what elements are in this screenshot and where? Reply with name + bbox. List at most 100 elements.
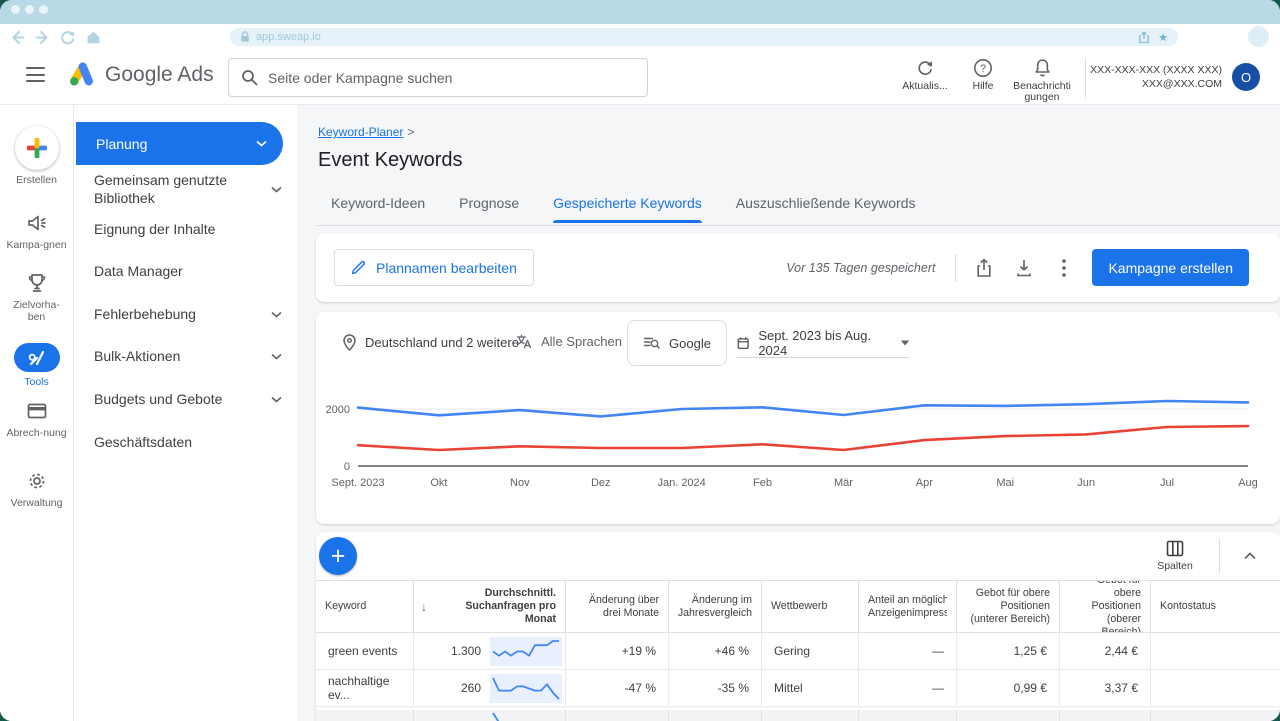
column-header-keyword[interactable]: Keyword xyxy=(316,581,414,632)
svg-text:Jan. 2024: Jan. 2024 xyxy=(657,477,705,489)
change-yoy-cell: +46 % xyxy=(669,633,762,669)
collapse-table-button[interactable] xyxy=(1220,552,1280,560)
svg-text:Mai: Mai xyxy=(996,477,1014,489)
add-keywords-button[interactable]: + xyxy=(319,537,357,575)
menu-hamburger-icon[interactable] xyxy=(26,67,45,82)
edit-plan-name-button[interactable]: Plannamen bearbeiten xyxy=(334,249,534,286)
browser-profile-avatar[interactable] xyxy=(1248,26,1269,47)
column-header-change-3m[interactable]: Änderung über drei Monate xyxy=(566,581,669,632)
refresh-button[interactable]: Aktualis... xyxy=(893,58,957,92)
sparkline-chart xyxy=(490,674,562,703)
main-content: Keyword-Planer > Event Keywords Keyword-I… xyxy=(297,105,1280,721)
home-icon[interactable] xyxy=(84,28,103,47)
share-button[interactable] xyxy=(964,248,1004,288)
nav-item-gemeinsame-bibliothek[interactable]: Gemeinsam genutzte Bibliothek xyxy=(74,167,298,211)
rail-item-verwaltung[interactable]: Verwaltung xyxy=(0,469,73,509)
share-page-icon[interactable] xyxy=(1138,31,1150,44)
column-header-competition[interactable]: Wettbewerb xyxy=(762,581,859,632)
table-header-row: Keyword ↓Durchschnittl. Suchanfragen pro… xyxy=(316,580,1280,633)
sparkline-chart xyxy=(490,712,562,721)
lock-icon xyxy=(240,31,250,43)
tab-bar-divider xyxy=(316,225,1280,226)
keywords-table-card: + Spalten Keyword ↓Durchschnit xyxy=(316,532,1280,721)
google-ads-logo-icon xyxy=(68,62,95,87)
search-icon xyxy=(241,69,258,86)
pencil-icon xyxy=(351,260,366,275)
nav-item-data-manager[interactable]: Data Manager xyxy=(74,254,298,288)
table-toolbar: + Spalten xyxy=(316,532,1280,580)
calendar-icon xyxy=(737,335,749,351)
global-search xyxy=(228,58,648,97)
svg-text:Mär: Mär xyxy=(834,477,853,489)
nav-item-eignung-der-inhalte[interactable]: Eignung der Inhalte xyxy=(74,212,298,246)
column-header-change-yoy[interactable]: Änderung im Jahresvergleich xyxy=(669,581,762,632)
account-status-cell xyxy=(1151,670,1280,706)
column-header-avg-monthly-searches[interactable]: ↓Durchschnittl. Suchanfragen pro Monat xyxy=(414,581,566,632)
column-header-top-bid-high[interactable]: Gebot für obere Positionen (oberer Berei… xyxy=(1060,581,1151,632)
google-ads-logo: Google Ads xyxy=(68,62,214,87)
tab-gespeicherte-keywords[interactable]: Gespeicherte Keywords xyxy=(553,195,702,223)
search-input[interactable] xyxy=(268,70,635,86)
back-icon[interactable] xyxy=(8,28,27,47)
bell-icon xyxy=(1033,58,1052,78)
tab-keyword-ideen[interactable]: Keyword-Ideen xyxy=(331,195,425,223)
reload-icon[interactable] xyxy=(58,28,77,47)
sparkline-chart xyxy=(490,637,562,666)
column-header-account-status[interactable]: Kontostatus xyxy=(1151,581,1280,632)
share-icon xyxy=(975,258,993,278)
bookmark-star-icon[interactable]: ★ xyxy=(1158,31,1168,44)
url-bar[interactable]: app.sweap.io ★ xyxy=(230,28,1178,46)
columns-button[interactable]: Spalten xyxy=(1131,540,1219,572)
rail-item-tools[interactable]: Tools xyxy=(0,343,73,388)
rail-item-kampagnen[interactable]: Kampa-gnen xyxy=(0,211,73,251)
date-range-filter[interactable]: Sept. 2023 bis Aug. 2024 xyxy=(737,328,909,358)
breadcrumb-chevron: > xyxy=(407,125,414,139)
column-header-impression-share[interactable]: Anteil an möglichenAnzeigenimpressionen xyxy=(859,581,957,632)
table-row[interactable]: nachhaltige ev... 260 -47 % -35 % Mittel… xyxy=(316,670,1280,707)
tab-prognose[interactable]: Prognose xyxy=(459,195,519,223)
account-info[interactable]: XXX-XXX-XXX (XXXX XXX) XXX@XXX.COM xyxy=(1090,63,1222,91)
change-yoy-cell: -35 % xyxy=(669,670,762,706)
account-email: XXX@XXX.COM xyxy=(1090,77,1222,91)
nav-item-bulk-aktionen[interactable]: Bulk-Aktionen xyxy=(74,339,298,373)
column-header-top-bid-low[interactable]: Gebot für obere Positionen (unterer Bere… xyxy=(957,581,1060,632)
download-button[interactable] xyxy=(1004,248,1044,288)
rail-item-zielvorhaben[interactable]: Zielvorha-ben xyxy=(0,271,73,323)
nav-item-budgets-und-gebote[interactable]: Budgets und Gebote xyxy=(74,382,298,416)
create-campaign-button[interactable]: Kampagne erstellen xyxy=(1092,249,1249,286)
tab-auszuschliessende-keywords[interactable]: Auszuschließende Keywords xyxy=(736,195,916,223)
searches-cell: 260 xyxy=(414,670,566,706)
translate-icon xyxy=(516,334,532,349)
network-filter[interactable]: Google xyxy=(627,320,727,366)
more-options-button[interactable] xyxy=(1044,248,1084,288)
window-minimize-button[interactable] xyxy=(25,5,34,14)
language-filter[interactable]: Alle Sprachen xyxy=(516,334,622,349)
window-zoom-button[interactable] xyxy=(39,5,48,14)
svg-text:Apr: Apr xyxy=(916,477,933,489)
nav-item-geschaeftsdaten[interactable]: Geschäftsdaten xyxy=(74,425,298,459)
rail-item-erstellen[interactable]: Erstellen xyxy=(0,126,73,186)
nav-item-fehlerbehebung[interactable]: Fehlerbehebung xyxy=(74,297,298,331)
location-filter[interactable]: Deutschland und 2 weitere xyxy=(343,334,519,351)
page-title: Event Keywords xyxy=(318,149,463,172)
change-3m-cell: +19 % xyxy=(566,633,669,669)
competition-cell: Mittel xyxy=(762,670,859,706)
app-header: Google Ads Aktualis... ? Hilfe Benachric… xyxy=(0,50,1280,105)
user-avatar[interactable]: O xyxy=(1232,63,1260,91)
billing-card-icon xyxy=(25,399,49,423)
google-ads-app: Google Ads Aktualis... ? Hilfe Benachric… xyxy=(0,50,1280,721)
table-row[interactable]: green events 1.300 +19 % +46 % Gering — … xyxy=(316,633,1280,670)
nav-item-planung[interactable]: Planung xyxy=(76,122,283,165)
rail-item-abrechnung[interactable]: Abrech-nung xyxy=(0,399,73,439)
breadcrumb-link[interactable]: Keyword-Planer xyxy=(318,125,403,139)
help-icon: ? xyxy=(973,58,993,78)
table-row-partial[interactable] xyxy=(316,710,1280,721)
header-divider xyxy=(1085,58,1086,98)
notifications-button[interactable]: Benachrichti gungen xyxy=(1010,58,1074,103)
help-button[interactable]: ? Hilfe xyxy=(951,58,1015,92)
svg-text:Nov: Nov xyxy=(510,477,530,489)
impression-share-cell: — xyxy=(859,670,957,706)
search-network-icon xyxy=(643,336,660,350)
forward-icon[interactable] xyxy=(33,28,52,47)
window-close-button[interactable] xyxy=(11,5,20,14)
